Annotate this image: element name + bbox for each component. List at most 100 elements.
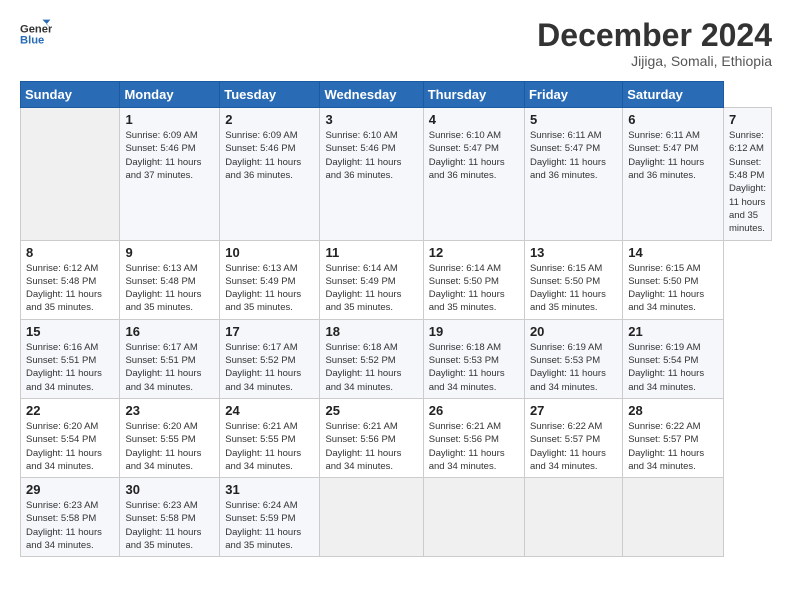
table-row: 5 Sunrise: 6:11 AMSunset: 5:47 PMDayligh… [524, 108, 622, 240]
table-row: 28 Sunrise: 6:22 AMSunset: 5:57 PMDaylig… [623, 398, 724, 477]
table-row: 15 Sunrise: 6:16 AMSunset: 5:51 PMDaylig… [21, 319, 120, 398]
day-number: 23 [125, 403, 214, 418]
table-row: 20 Sunrise: 6:19 AMSunset: 5:53 PMDaylig… [524, 319, 622, 398]
day-number: 14 [628, 245, 718, 260]
col-thursday: Thursday [423, 82, 524, 108]
table-row [21, 108, 120, 240]
calendar-week-3: 22 Sunrise: 6:20 AMSunset: 5:54 PMDaylig… [21, 398, 772, 477]
table-row: 10 Sunrise: 6:13 AMSunset: 5:49 PMDaylig… [220, 240, 320, 319]
day-number: 31 [225, 482, 314, 497]
day-number: 19 [429, 324, 519, 339]
table-row: 4 Sunrise: 6:10 AMSunset: 5:47 PMDayligh… [423, 108, 524, 240]
table-row: 26 Sunrise: 6:21 AMSunset: 5:56 PMDaylig… [423, 398, 524, 477]
day-number: 18 [325, 324, 417, 339]
day-detail: Sunrise: 6:09 AMSunset: 5:46 PMDaylight:… [225, 130, 301, 181]
day-detail: Sunrise: 6:18 AMSunset: 5:53 PMDaylight:… [429, 342, 505, 393]
day-detail: Sunrise: 6:11 AMSunset: 5:47 PMDaylight:… [530, 130, 606, 181]
day-detail: Sunrise: 6:09 AMSunset: 5:46 PMDaylight:… [125, 130, 201, 181]
logo: General Blue [20, 18, 52, 50]
calendar-title: December 2024 [537, 18, 772, 53]
day-number: 28 [628, 403, 718, 418]
col-saturday: Saturday [623, 82, 724, 108]
logo-icon: General Blue [20, 18, 52, 50]
day-detail: Sunrise: 6:19 AMSunset: 5:53 PMDaylight:… [530, 342, 606, 393]
table-row: 9 Sunrise: 6:13 AMSunset: 5:48 PMDayligh… [120, 240, 220, 319]
table-row: 25 Sunrise: 6:21 AMSunset: 5:56 PMDaylig… [320, 398, 423, 477]
day-detail: Sunrise: 6:24 AMSunset: 5:59 PMDaylight:… [225, 500, 301, 551]
table-row: 22 Sunrise: 6:20 AMSunset: 5:54 PMDaylig… [21, 398, 120, 477]
title-block: December 2024 Jijiga, Somali, Ethiopia [537, 18, 772, 69]
table-row: 19 Sunrise: 6:18 AMSunset: 5:53 PMDaylig… [423, 319, 524, 398]
table-row: 23 Sunrise: 6:20 AMSunset: 5:55 PMDaylig… [120, 398, 220, 477]
calendar-subtitle: Jijiga, Somali, Ethiopia [537, 53, 772, 69]
day-number: 11 [325, 245, 417, 260]
calendar-week-2: 15 Sunrise: 6:16 AMSunset: 5:51 PMDaylig… [21, 319, 772, 398]
calendar-week-0: 1 Sunrise: 6:09 AMSunset: 5:46 PMDayligh… [21, 108, 772, 240]
day-detail: Sunrise: 6:17 AMSunset: 5:51 PMDaylight:… [125, 342, 201, 393]
table-row: 18 Sunrise: 6:18 AMSunset: 5:52 PMDaylig… [320, 319, 423, 398]
day-number: 4 [429, 112, 519, 127]
table-row: 7 Sunrise: 6:12 AMSunset: 5:48 PMDayligh… [724, 108, 772, 240]
day-number: 2 [225, 112, 314, 127]
day-detail: Sunrise: 6:23 AMSunset: 5:58 PMDaylight:… [125, 500, 201, 551]
day-number: 29 [26, 482, 114, 497]
col-tuesday: Tuesday [220, 82, 320, 108]
day-detail: Sunrise: 6:13 AMSunset: 5:49 PMDaylight:… [225, 263, 301, 314]
day-detail: Sunrise: 6:10 AMSunset: 5:47 PMDaylight:… [429, 130, 505, 181]
table-row: 24 Sunrise: 6:21 AMSunset: 5:55 PMDaylig… [220, 398, 320, 477]
calendar-week-1: 8 Sunrise: 6:12 AMSunset: 5:48 PMDayligh… [21, 240, 772, 319]
day-number: 16 [125, 324, 214, 339]
table-row: 11 Sunrise: 6:14 AMSunset: 5:49 PMDaylig… [320, 240, 423, 319]
day-detail: Sunrise: 6:14 AMSunset: 5:49 PMDaylight:… [325, 263, 401, 314]
day-detail: Sunrise: 6:11 AMSunset: 5:47 PMDaylight:… [628, 130, 704, 181]
table-row: 21 Sunrise: 6:19 AMSunset: 5:54 PMDaylig… [623, 319, 724, 398]
day-detail: Sunrise: 6:15 AMSunset: 5:50 PMDaylight:… [628, 263, 704, 314]
table-row [623, 478, 724, 557]
header-row: Sunday Monday Tuesday Wednesday Thursday… [21, 82, 772, 108]
day-number: 20 [530, 324, 617, 339]
day-number: 6 [628, 112, 718, 127]
table-row: 17 Sunrise: 6:17 AMSunset: 5:52 PMDaylig… [220, 319, 320, 398]
day-detail: Sunrise: 6:20 AMSunset: 5:54 PMDaylight:… [26, 421, 102, 472]
calendar-table: Sunday Monday Tuesday Wednesday Thursday… [20, 81, 772, 557]
calendar-week-4: 29 Sunrise: 6:23 AMSunset: 5:58 PMDaylig… [21, 478, 772, 557]
day-detail: Sunrise: 6:22 AMSunset: 5:57 PMDaylight:… [628, 421, 704, 472]
table-row: 29 Sunrise: 6:23 AMSunset: 5:58 PMDaylig… [21, 478, 120, 557]
day-detail: Sunrise: 6:22 AMSunset: 5:57 PMDaylight:… [530, 421, 606, 472]
table-row [423, 478, 524, 557]
table-row: 30 Sunrise: 6:23 AMSunset: 5:58 PMDaylig… [120, 478, 220, 557]
day-detail: Sunrise: 6:12 AMSunset: 5:48 PMDaylight:… [26, 263, 102, 314]
day-detail: Sunrise: 6:19 AMSunset: 5:54 PMDaylight:… [628, 342, 704, 393]
day-number: 25 [325, 403, 417, 418]
col-friday: Friday [524, 82, 622, 108]
day-detail: Sunrise: 6:20 AMSunset: 5:55 PMDaylight:… [125, 421, 201, 472]
day-number: 12 [429, 245, 519, 260]
table-row: 31 Sunrise: 6:24 AMSunset: 5:59 PMDaylig… [220, 478, 320, 557]
day-detail: Sunrise: 6:12 AMSunset: 5:48 PMDaylight:… [729, 130, 766, 234]
day-number: 24 [225, 403, 314, 418]
day-number: 22 [26, 403, 114, 418]
day-detail: Sunrise: 6:18 AMSunset: 5:52 PMDaylight:… [325, 342, 401, 393]
svg-text:General: General [20, 23, 52, 35]
day-number: 30 [125, 482, 214, 497]
day-number: 9 [125, 245, 214, 260]
day-detail: Sunrise: 6:13 AMSunset: 5:48 PMDaylight:… [125, 263, 201, 314]
day-number: 10 [225, 245, 314, 260]
day-number: 26 [429, 403, 519, 418]
day-number: 8 [26, 245, 114, 260]
day-number: 27 [530, 403, 617, 418]
day-detail: Sunrise: 6:23 AMSunset: 5:58 PMDaylight:… [26, 500, 102, 551]
col-monday: Monday [120, 82, 220, 108]
day-detail: Sunrise: 6:17 AMSunset: 5:52 PMDaylight:… [225, 342, 301, 393]
page: General Blue December 2024 Jijiga, Somal… [0, 0, 792, 567]
day-detail: Sunrise: 6:21 AMSunset: 5:55 PMDaylight:… [225, 421, 301, 472]
day-number: 13 [530, 245, 617, 260]
day-detail: Sunrise: 6:21 AMSunset: 5:56 PMDaylight:… [429, 421, 505, 472]
table-row: 3 Sunrise: 6:10 AMSunset: 5:46 PMDayligh… [320, 108, 423, 240]
table-row: 16 Sunrise: 6:17 AMSunset: 5:51 PMDaylig… [120, 319, 220, 398]
day-number: 3 [325, 112, 417, 127]
day-detail: Sunrise: 6:14 AMSunset: 5:50 PMDaylight:… [429, 263, 505, 314]
col-sunday: Sunday [21, 82, 120, 108]
table-row: 14 Sunrise: 6:15 AMSunset: 5:50 PMDaylig… [623, 240, 724, 319]
table-row: 8 Sunrise: 6:12 AMSunset: 5:48 PMDayligh… [21, 240, 120, 319]
